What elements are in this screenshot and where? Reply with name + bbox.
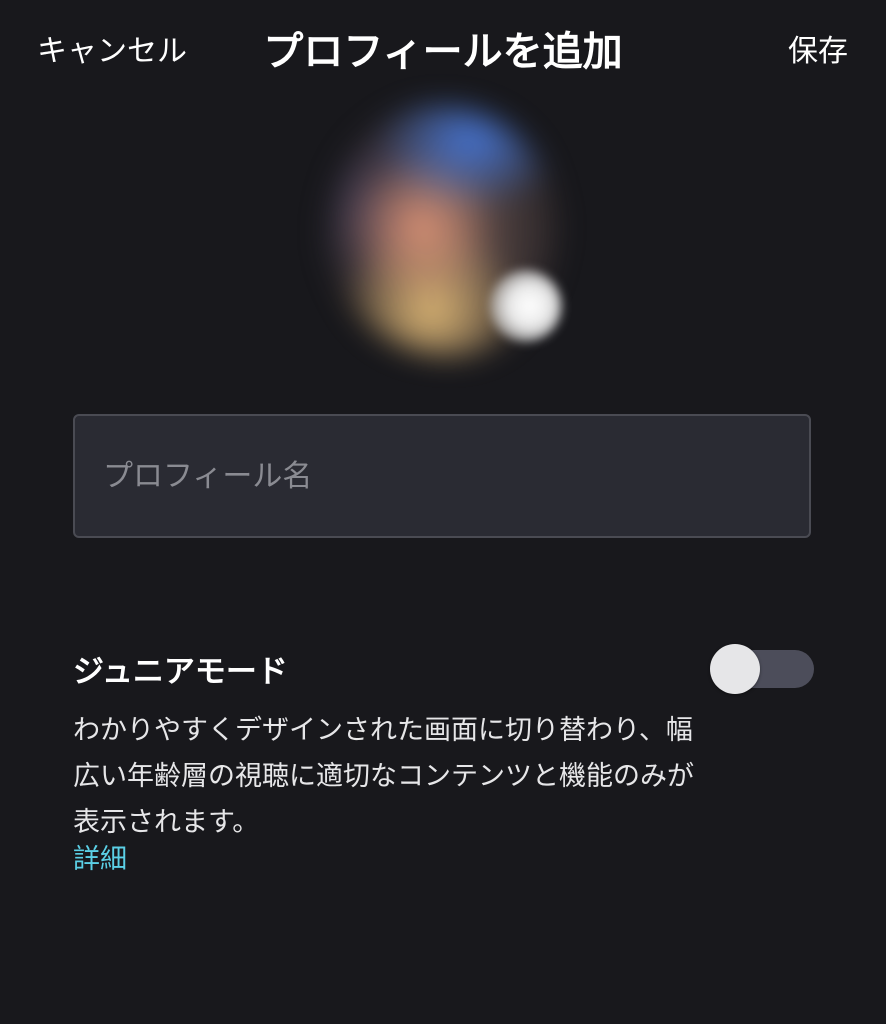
avatar-edit-icon[interactable] — [490, 270, 562, 342]
save-button[interactable]: 保存 — [788, 30, 848, 74]
junior-mode-description: わかりやすくデザインされた画面に切り替わり、幅広い年齢層の視聴に適切なコンテンツ… — [73, 715, 694, 838]
junior-mode-title: ジュニアモード — [73, 654, 288, 690]
details-link[interactable]: 詳細 — [73, 838, 127, 882]
avatar[interactable] — [310, 95, 580, 370]
add-profile-screen: キャンセル プロフィールを追加 保存 ジュニアモード わかりやすくデザインされた… — [0, 0, 886, 1024]
profile-name-input[interactable] — [73, 414, 811, 538]
page-title: プロフィールを追加 — [263, 29, 623, 75]
toggle-knob — [710, 644, 760, 694]
junior-mode-toggle[interactable] — [710, 644, 814, 694]
